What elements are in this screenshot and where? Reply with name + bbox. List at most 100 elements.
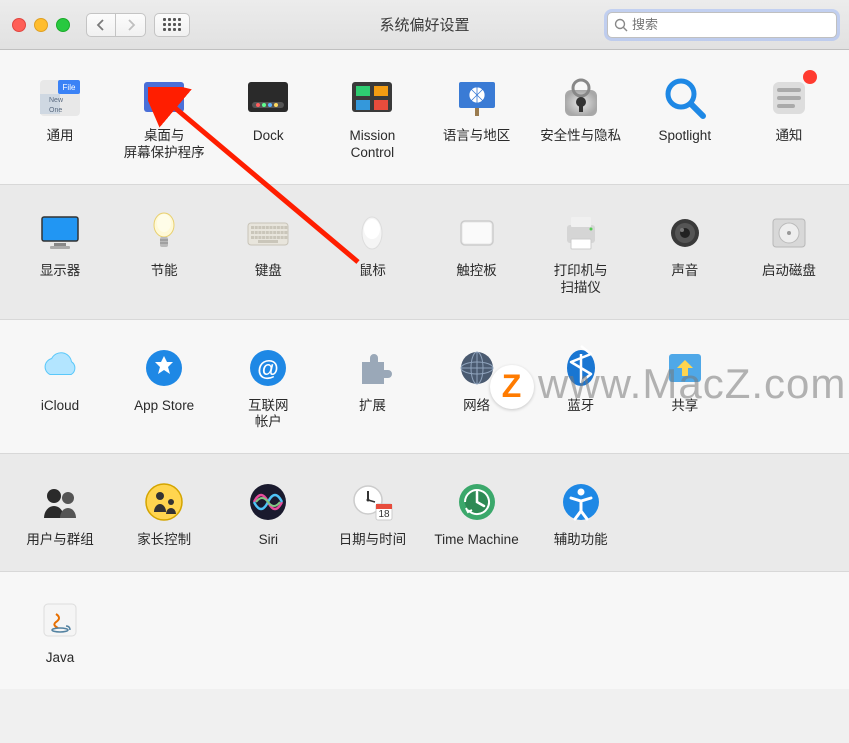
pref-accessibility[interactable]: 辅助功能 xyxy=(529,474,633,553)
trackpad-icon xyxy=(453,209,501,257)
pref-time-machine[interactable]: Time Machine xyxy=(425,474,529,553)
dock-icon xyxy=(244,74,292,122)
icloud-icon xyxy=(36,344,84,392)
titlebar: 系统偏好设置 xyxy=(0,0,849,50)
pref-label: 语言与地区 xyxy=(443,128,511,145)
extensions-icon xyxy=(348,344,396,392)
minimize-button[interactable] xyxy=(34,18,48,32)
preferences-row: 用户与群组 家长控制 Siri 18 日期与时间 Time Machine 辅助功能 xyxy=(0,453,849,572)
pref-language[interactable]: 语言与地区 xyxy=(425,70,529,166)
pref-label: 触控板 xyxy=(456,263,497,280)
pref-siri[interactable]: Siri xyxy=(216,474,320,553)
app-store-icon xyxy=(140,344,188,392)
pref-label: 安全性与隐私 xyxy=(540,128,621,145)
pref-internet-accounts[interactable]: @ 互联网 帐户 xyxy=(216,340,320,436)
svg-text:@: @ xyxy=(258,356,279,381)
pref-label: 网络 xyxy=(463,398,490,415)
preferences-row: 显示器 节能 键盘 鼠标 触控板 打印机与 扫描仪 声音 启动磁盘 xyxy=(0,184,849,320)
show-all-button[interactable] xyxy=(154,13,190,37)
startup-disk-icon xyxy=(765,209,813,257)
pref-desktop[interactable]: 桌面与 屏幕保护程序 xyxy=(112,70,216,166)
pref-label: 节能 xyxy=(151,263,178,280)
pref-label: 互联网 帐户 xyxy=(248,398,289,432)
pref-app-store[interactable]: App Store xyxy=(112,340,216,436)
time-machine-icon xyxy=(453,478,501,526)
pref-label: 通用 xyxy=(47,128,74,145)
pref-sound[interactable]: 声音 xyxy=(633,205,737,301)
grid-icon xyxy=(163,18,181,31)
pref-general[interactable]: FileNewOne 通用 xyxy=(8,70,112,166)
pref-java[interactable]: Java xyxy=(8,592,112,671)
pref-label: 启动磁盘 xyxy=(762,263,816,280)
pref-spotlight[interactable]: Spotlight xyxy=(633,70,737,166)
pref-label: 鼠标 xyxy=(359,263,386,280)
window-title: 系统偏好设置 xyxy=(379,14,469,35)
pref-label: 辅助功能 xyxy=(554,532,608,549)
chevron-left-icon xyxy=(96,19,106,31)
search-box[interactable] xyxy=(607,12,837,38)
pref-label: App Store xyxy=(134,398,194,415)
pref-network[interactable]: 网络 xyxy=(425,340,529,436)
language-icon xyxy=(453,74,501,122)
pref-label: Siri xyxy=(259,532,279,549)
pref-label: 显示器 xyxy=(40,263,81,280)
pref-label: Spotlight xyxy=(659,128,712,145)
pref-mission-control[interactable]: Mission Control xyxy=(320,70,424,166)
accessibility-icon xyxy=(557,478,605,526)
pref-label: 键盘 xyxy=(255,263,282,280)
pref-keyboard[interactable]: 键盘 xyxy=(216,205,320,301)
notifications-icon xyxy=(765,74,813,122)
pref-startup-disk[interactable]: 启动磁盘 xyxy=(737,205,841,301)
search-input[interactable] xyxy=(632,17,830,32)
displays-icon xyxy=(36,209,84,257)
pref-label: 日期与时间 xyxy=(339,532,407,549)
pref-label: iCloud xyxy=(41,398,79,415)
pref-notifications[interactable]: 通知 xyxy=(737,70,841,166)
pref-security[interactable]: 安全性与隐私 xyxy=(529,70,633,166)
svg-text:18: 18 xyxy=(379,509,391,520)
sharing-icon xyxy=(661,344,709,392)
back-button[interactable] xyxy=(86,13,116,37)
pref-printers[interactable]: 打印机与 扫描仪 xyxy=(529,205,633,301)
search-icon xyxy=(614,18,628,32)
traffic-lights xyxy=(12,18,70,32)
mouse-icon xyxy=(348,209,396,257)
pref-label: 声音 xyxy=(671,263,698,280)
security-icon xyxy=(557,74,605,122)
maximize-button[interactable] xyxy=(56,18,70,32)
nav-buttons xyxy=(86,13,146,37)
java-icon xyxy=(36,596,84,644)
pref-label: Time Machine xyxy=(434,532,518,549)
pref-label: 打印机与 扫描仪 xyxy=(554,263,608,297)
pref-label: Mission Control xyxy=(350,128,396,162)
svg-text:One: One xyxy=(49,107,62,114)
spotlight-icon xyxy=(661,74,709,122)
pref-label: 蓝牙 xyxy=(567,398,594,415)
pref-users-groups[interactable]: 用户与群组 xyxy=(8,474,112,553)
pref-icloud[interactable]: iCloud xyxy=(8,340,112,436)
pref-displays[interactable]: 显示器 xyxy=(8,205,112,301)
forward-button[interactable] xyxy=(116,13,146,37)
pref-energy[interactable]: 节能 xyxy=(112,205,216,301)
pref-trackpad[interactable]: 触控板 xyxy=(425,205,529,301)
pref-label: 桌面与 屏幕保护程序 xyxy=(124,128,205,162)
chevron-right-icon xyxy=(126,19,136,31)
close-button[interactable] xyxy=(12,18,26,32)
pref-parental-controls[interactable]: 家长控制 xyxy=(112,474,216,553)
pref-label: 用户与群组 xyxy=(26,532,94,549)
preferences-row: FileNewOne 通用 桌面与 屏幕保护程序 Dock Mission Contro… xyxy=(0,50,849,184)
pref-mouse[interactable]: 鼠标 xyxy=(320,205,424,301)
pref-label: Java xyxy=(46,650,75,667)
pref-sharing[interactable]: 共享 xyxy=(633,340,737,436)
pref-bluetooth[interactable]: 蓝牙 xyxy=(529,340,633,436)
internet-accounts-icon: @ xyxy=(244,344,292,392)
parental-controls-icon xyxy=(140,478,188,526)
date-time-icon: 18 xyxy=(348,478,396,526)
pref-date-time[interactable]: 18 日期与时间 xyxy=(320,474,424,553)
pref-extensions[interactable]: 扩展 xyxy=(320,340,424,436)
general-icon: FileNewOne xyxy=(36,74,84,122)
energy-icon xyxy=(140,209,188,257)
pref-label: 扩展 xyxy=(359,398,386,415)
pref-dock[interactable]: Dock xyxy=(216,70,320,166)
preferences-row: iCloud App Store @ 互联网 帐户 扩展 网络 蓝牙 共享 xyxy=(0,320,849,454)
